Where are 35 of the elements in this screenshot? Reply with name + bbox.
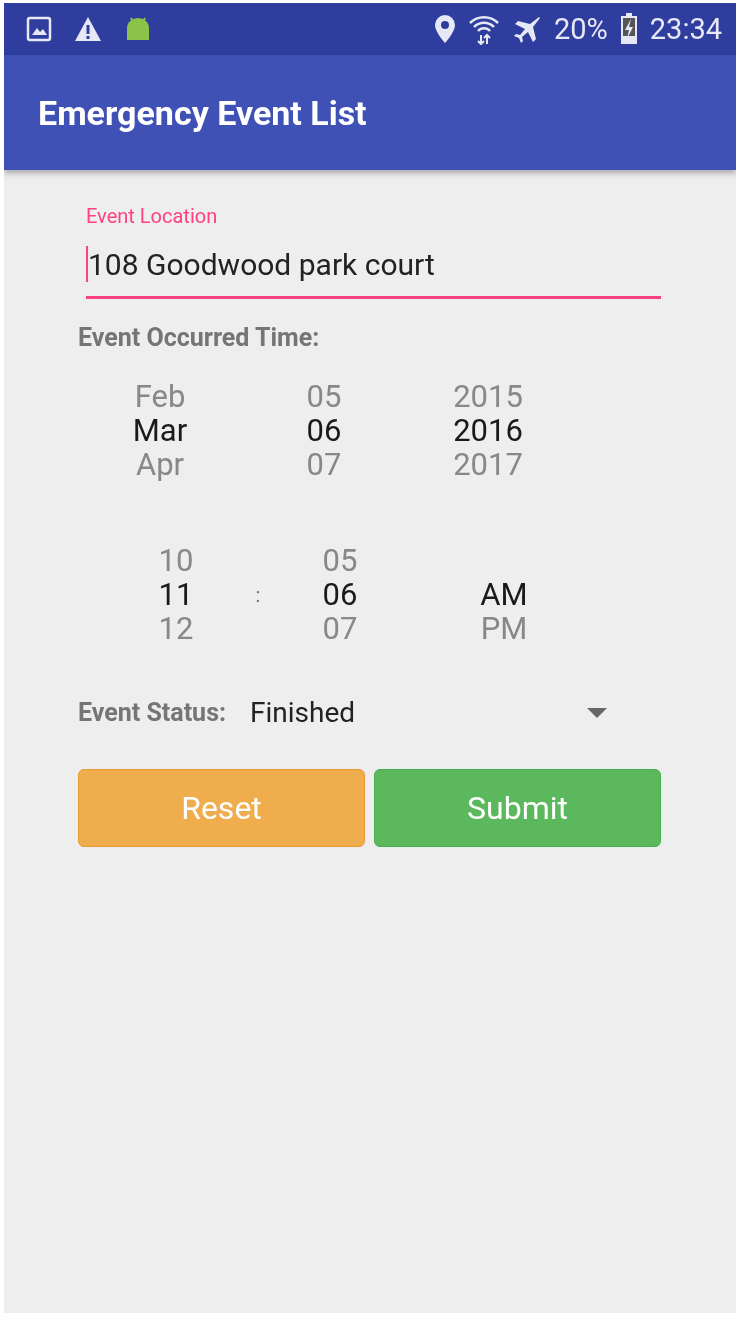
picker-value[interactable]: 12 — [158, 612, 194, 646]
wifi-icon — [467, 13, 500, 45]
section-label: Event Occurred Time: — [78, 323, 321, 352]
picker-value[interactable]: 06 — [322, 578, 358, 612]
picker-value[interactable]: 2015 — [453, 380, 523, 414]
picker-value[interactable]: AM — [480, 578, 528, 612]
picker-value[interactable]: 2016 — [453, 414, 523, 448]
picker-value[interactable]: 05 — [322, 544, 358, 578]
location-field[interactable]: 108 Goodwood park court — [86, 246, 661, 299]
picker-value[interactable]: PM — [480, 612, 528, 646]
picker-value[interactable]: 11 — [158, 578, 194, 612]
field-label: Event Location — [86, 204, 219, 228]
picker-value[interactable]: 07 — [306, 448, 342, 482]
picker-value[interactable]: 10 — [158, 544, 194, 578]
picker-value[interactable]: 06 — [306, 414, 342, 448]
clock-time: 23:34 — [649, 12, 722, 46]
reset-button[interactable]: Reset — [78, 769, 365, 847]
robot-icon — [124, 16, 152, 42]
picker-value[interactable]: Apr — [135, 448, 185, 482]
picker-value[interactable]: 05 — [306, 380, 342, 414]
location-icon — [433, 14, 456, 44]
image-icon — [26, 16, 52, 42]
picker-value[interactable]: 2017 — [453, 448, 523, 482]
picker-value[interactable]: Mar — [132, 414, 188, 448]
status-label: Event Status: — [78, 698, 226, 727]
status-dropdown[interactable]: Finished — [250, 696, 608, 729]
app-title: Emergency Event List — [38, 92, 367, 133]
caret-icon — [586, 706, 608, 719]
battery-percent: 20% — [553, 12, 608, 46]
battery-charging-icon — [619, 13, 638, 45]
time-separator: : — [254, 583, 262, 607]
picker-value[interactable]: Feb — [134, 380, 186, 414]
picker-value[interactable]: 07 — [322, 612, 358, 646]
submit-button[interactable]: Submit — [374, 769, 661, 847]
warning-icon — [74, 16, 102, 42]
